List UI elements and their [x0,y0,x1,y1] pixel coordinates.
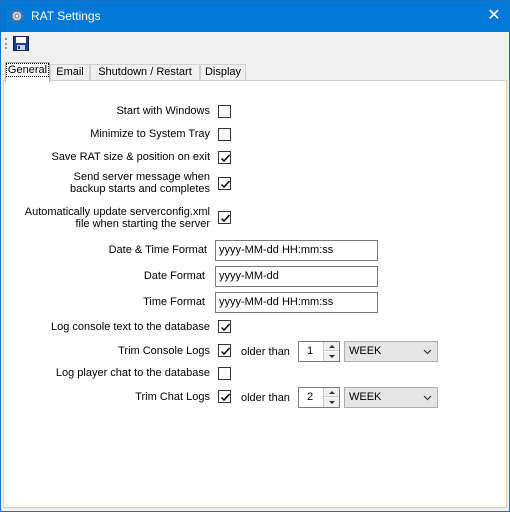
stepper-down-icon[interactable] [324,398,339,407]
save-size-position-checkbox[interactable] [218,151,231,164]
minimize-to-tray-label: Minimize to System Tray [90,128,210,140]
tab-email[interactable]: Email [50,64,90,81]
tab-display-label: Display [204,66,242,78]
time-format-label: Time Format [143,296,205,308]
trim-chat-older-than-label: older than [241,392,290,404]
checkmark-icon [220,347,231,356]
trim-chat-logs-checkbox[interactable] [218,390,231,403]
stepper-up-icon[interactable] [324,388,339,397]
close-icon: ✕ [487,7,501,24]
checkmark-icon [220,214,231,223]
trim-console-amount-stepper[interactable]: 1 [298,341,340,362]
save-size-position-label: Save RAT size & position on exit [51,151,210,163]
trim-chat-amount-stepper[interactable]: 2 [298,387,340,408]
log-player-chat-checkbox[interactable] [218,367,231,380]
trim-console-unit-select[interactable]: WEEK [344,341,438,362]
checkmark-icon [220,323,231,332]
stepper-up-icon[interactable] [324,342,339,351]
tab-general[interactable]: General [5,62,50,82]
stepper-down-icon[interactable] [324,352,339,361]
send-server-message-label-line1: Send server message when [73,171,210,183]
trim-chat-unit-select[interactable]: WEEK [344,387,438,408]
auto-update-config-label-line2: file when starting the server [75,218,210,230]
log-player-chat-label: Log player chat to the database [55,367,210,379]
tab-display[interactable]: Display [200,64,246,81]
checkmark-icon [220,180,231,189]
log-console-checkbox[interactable] [218,320,231,333]
time-format-input[interactable]: yyyy-MM-dd HH:mm:ss [215,292,378,313]
date-format-label: Date Format [143,270,205,282]
gear-icon [10,9,24,23]
trim-chat-unit-value: WEEK [349,391,382,403]
send-server-message-checkbox[interactable] [218,177,231,190]
date-format-input[interactable]: yyyy-MM-dd [215,266,378,287]
tab-shutdown-restart[interactable]: Shutdown / Restart [90,64,200,81]
log-console-label: Log console text to the database [50,321,210,333]
checkmark-icon [220,393,231,402]
save-icon[interactable] [13,36,29,51]
auto-update-config-label: Automatically update serverconfig.xml fi… [10,206,210,230]
toolbar [1,32,509,54]
checkmark-icon [220,154,231,163]
send-server-message-label: Send server message when backup starts a… [10,171,210,195]
trim-console-logs-label: Trim Console Logs [118,345,210,357]
tab-shutdown-restart-label: Shutdown / Restart [98,66,192,78]
trim-console-logs-checkbox[interactable] [218,344,231,357]
stepper-buttons [323,342,339,361]
trim-chat-amount-value: 2 [307,391,314,403]
minimize-to-tray-checkbox[interactable] [218,128,231,141]
auto-update-config-checkbox[interactable] [218,211,231,224]
start-with-windows-checkbox[interactable] [218,105,231,118]
chevron-down-icon [423,349,432,355]
chevron-down-icon [423,395,432,401]
send-server-message-label-line2: backup starts and completes [69,183,210,195]
trim-console-older-than-label: older than [241,346,290,358]
close-button[interactable]: ✕ [479,1,509,32]
auto-update-config-label-line1: Automatically update serverconfig.xml [24,206,210,218]
trim-console-amount-value: 1 [307,345,314,357]
trim-chat-logs-label: Trim Chat Logs [135,391,210,403]
window-title: RAT Settings [31,9,101,23]
trim-console-unit-value: WEEK [349,345,382,357]
stepper-buttons [323,388,339,407]
tab-general-label: General [5,63,50,77]
settings-window: RAT Settings ✕ General Email Shutdown / … [0,0,510,512]
tab-email-label: Email [56,66,84,78]
date-time-format-input[interactable]: yyyy-MM-dd HH:mm:ss [215,240,378,261]
toolbar-grip[interactable] [5,38,7,49]
start-with-windows-label: Start with Windows [116,105,210,117]
title-bar[interactable]: RAT Settings ✕ [1,1,509,32]
date-time-format-label: Date & Time Format [108,244,207,256]
